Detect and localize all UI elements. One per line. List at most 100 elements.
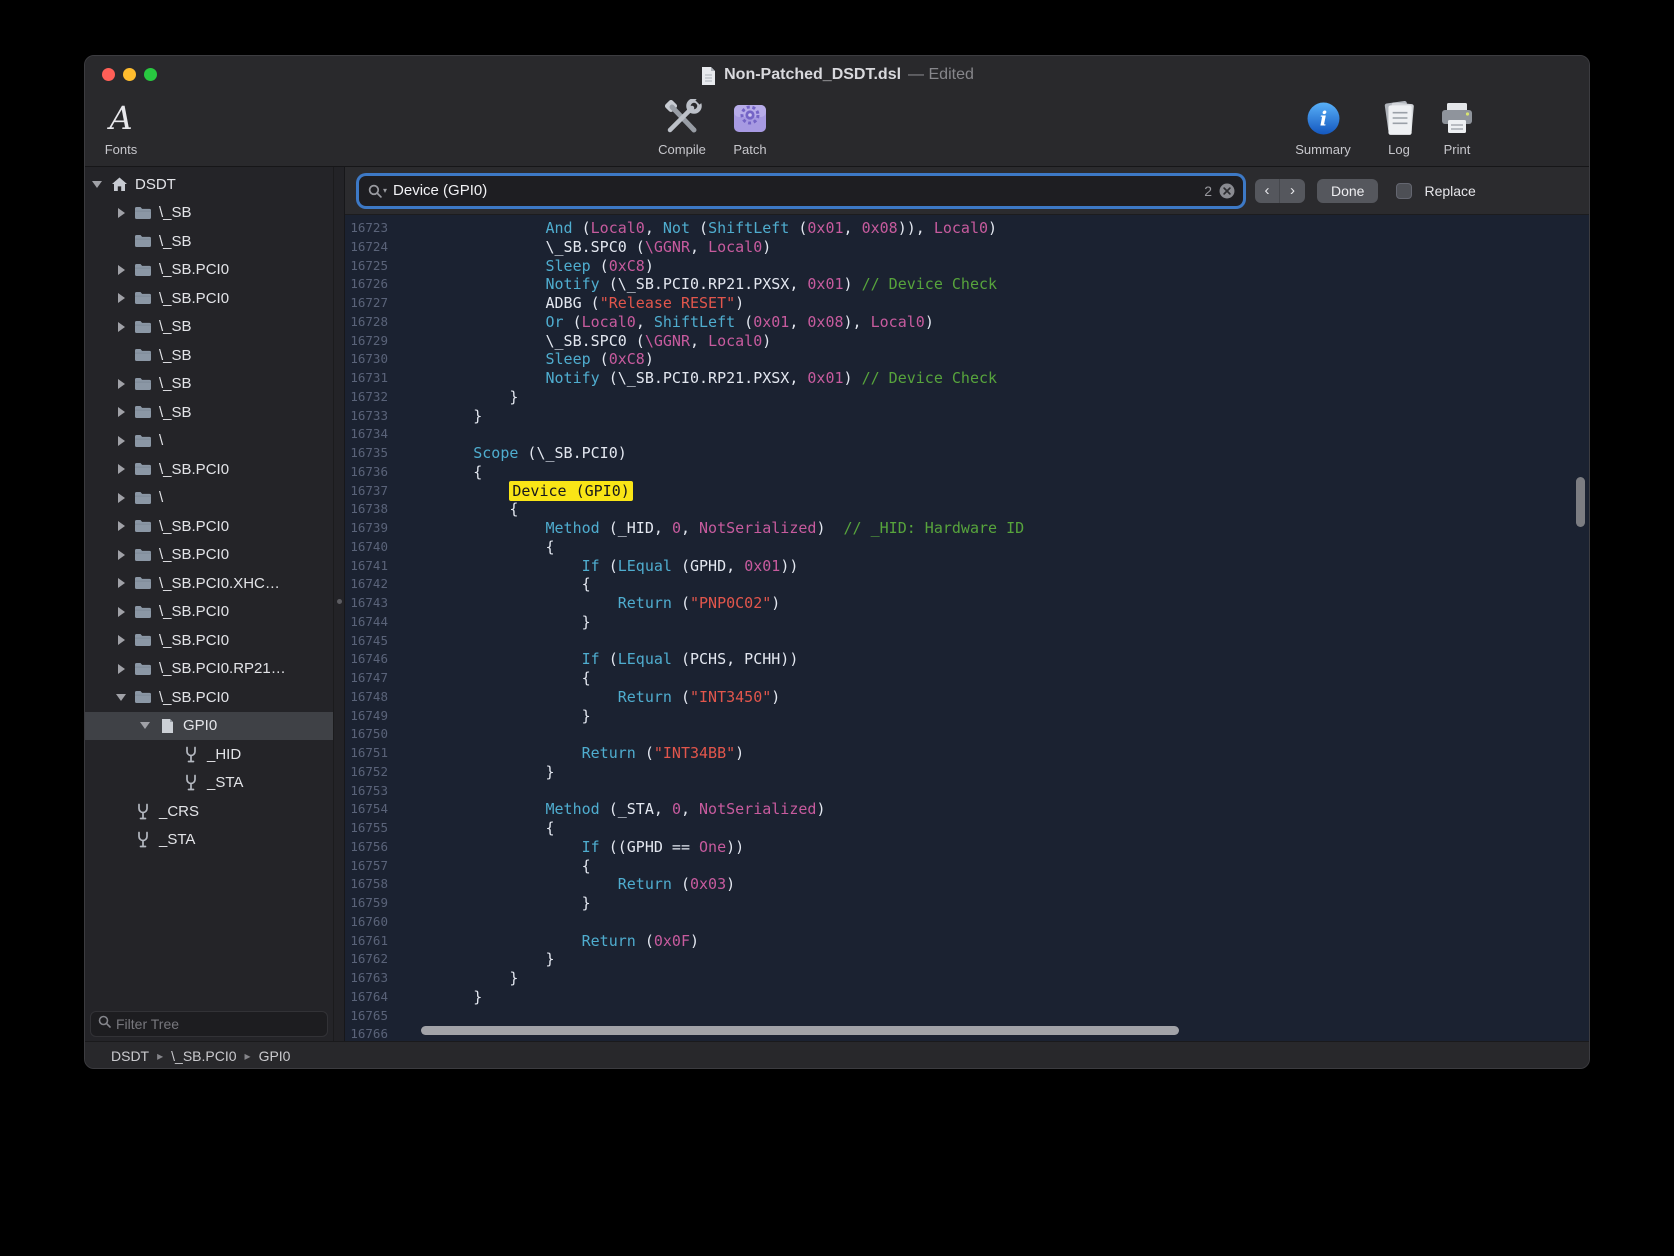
disclosure-right-icon[interactable]	[115, 550, 127, 560]
code-line[interactable]: 16741 If (LEqual (GPHD, 0x01))	[345, 557, 1589, 576]
code-line[interactable]: 16727 ADBG ("Release RESET")	[345, 294, 1589, 313]
tree-item[interactable]: \_SB.PCI0.XHC…	[85, 569, 333, 598]
code-line[interactable]: 16762 }	[345, 950, 1589, 969]
find-next-button[interactable]: ›	[1280, 179, 1305, 203]
code-line[interactable]: 16728 Or (Local0, ShiftLeft (0x01, 0x08)…	[345, 313, 1589, 332]
disclosure-right-icon[interactable]	[115, 322, 127, 332]
tree-item[interactable]: \_SB	[85, 370, 333, 399]
code-line[interactable]: 16751 Return ("INT34BB")	[345, 744, 1589, 763]
code-line[interactable]: 16758 Return (0x03)	[345, 875, 1589, 894]
find-previous-button[interactable]: ‹	[1255, 179, 1280, 203]
code-line[interactable]: 16764 }	[345, 988, 1589, 1007]
code-line[interactable]: 16756 If ((GPHD == One))	[345, 838, 1589, 857]
tree-item[interactable]: _CRS	[85, 797, 333, 826]
tree-item[interactable]: \_SB.PCI0	[85, 541, 333, 570]
code-editor[interactable]: 16723 And (Local0, Not (ShiftLeft (0x01,…	[345, 215, 1589, 1041]
tree-item[interactable]: _STA	[85, 769, 333, 798]
code-line[interactable]: 16749 }	[345, 707, 1589, 726]
disclosure-down-icon[interactable]	[91, 181, 103, 188]
tree-item[interactable]: \_SB.PCI0	[85, 626, 333, 655]
done-button[interactable]: Done	[1317, 179, 1378, 203]
tree-item[interactable]: DSDT	[85, 170, 333, 199]
disclosure-right-icon[interactable]	[115, 635, 127, 645]
disclosure-down-icon[interactable]	[139, 722, 151, 729]
splitter-handle[interactable]	[334, 167, 345, 1041]
code-line[interactable]: 16754 Method (_STA, 0, NotSerialized)	[345, 800, 1589, 819]
tree-item[interactable]: \_SB.PCI0	[85, 683, 333, 712]
code-line[interactable]: 16753	[345, 782, 1589, 801]
code-line[interactable]: 16732 }	[345, 388, 1589, 407]
code-line[interactable]: 16735 Scope (\_SB.PCI0)	[345, 444, 1589, 463]
tree-item[interactable]: \_SB.PCI0	[85, 512, 333, 541]
code-line[interactable]: 16745	[345, 632, 1589, 651]
tree-item[interactable]: \_SB	[85, 227, 333, 256]
breadcrumb-item[interactable]: DSDT	[111, 1048, 149, 1064]
horizontal-scrollbar[interactable]	[421, 1026, 1179, 1035]
code-line[interactable]: 16759 }	[345, 894, 1589, 913]
tree-item[interactable]: \_SB.PCI0	[85, 598, 333, 627]
tree-item[interactable]: GPI0	[85, 712, 333, 741]
code-line[interactable]: 16761 Return (0x0F)	[345, 932, 1589, 951]
tree-item[interactable]: \_SB.PCI0	[85, 284, 333, 313]
find-field[interactable]: ▾ 2	[359, 176, 1243, 206]
search-icon[interactable]	[368, 184, 382, 198]
replace-checkbox[interactable]	[1396, 183, 1412, 199]
code-line[interactable]: 16740 {	[345, 538, 1589, 557]
code-line[interactable]: 16725 Sleep (0xC8)	[345, 257, 1589, 276]
code-line[interactable]: 16736 {	[345, 463, 1589, 482]
tree-item[interactable]: \_SB	[85, 199, 333, 228]
disclosure-right-icon[interactable]	[115, 407, 127, 417]
code-line[interactable]: 16743 Return ("PNP0C02")	[345, 594, 1589, 613]
code-line[interactable]: 16746 If (LEqual (PCHS, PCHH))	[345, 650, 1589, 669]
code-line[interactable]: 16738 {	[345, 500, 1589, 519]
log-button[interactable]: Log	[1367, 96, 1431, 157]
disclosure-right-icon[interactable]	[115, 436, 127, 446]
tree-item[interactable]: \_SB	[85, 313, 333, 342]
code-line[interactable]: 16733 }	[345, 407, 1589, 426]
code-line[interactable]: 16763 }	[345, 969, 1589, 988]
code-line[interactable]: 16757 {	[345, 857, 1589, 876]
tree-item[interactable]: _STA	[85, 826, 333, 855]
disclosure-right-icon[interactable]	[115, 265, 127, 275]
print-button[interactable]: Print	[1425, 96, 1489, 157]
fonts-button[interactable]: A Fonts	[89, 96, 153, 157]
vertical-scrollbar[interactable]	[1576, 477, 1585, 527]
disclosure-right-icon[interactable]	[115, 379, 127, 389]
summary-button[interactable]: i Summary	[1291, 96, 1355, 157]
code-line[interactable]: 16724 \_SB.SPC0 (\GGNR, Local0)	[345, 238, 1589, 257]
code-line[interactable]: 16744 }	[345, 613, 1589, 632]
tree-item[interactable]: \_SB.PCI0	[85, 455, 333, 484]
code-line[interactable]: 16765	[345, 1007, 1589, 1026]
disclosure-right-icon[interactable]	[115, 521, 127, 531]
code-line[interactable]: 16739 Method (_HID, 0, NotSerialized) //…	[345, 519, 1589, 538]
tree-item[interactable]: \_SB	[85, 398, 333, 427]
tree-item[interactable]: \_SB	[85, 341, 333, 370]
disclosure-right-icon[interactable]	[115, 464, 127, 474]
tree-item[interactable]: \	[85, 484, 333, 513]
code-line[interactable]: 16747 {	[345, 669, 1589, 688]
tree-item[interactable]: \_SB.PCI0	[85, 256, 333, 285]
breadcrumb-item[interactable]: \_SB.PCI0	[171, 1048, 236, 1064]
code-line[interactable]: 16730 Sleep (0xC8)	[345, 350, 1589, 369]
code-line[interactable]: 16737 Device (GPI0)	[345, 482, 1589, 501]
code-line[interactable]: 16726 Notify (\_SB.PCI0.RP21.PXSX, 0x01)…	[345, 275, 1589, 294]
disclosure-right-icon[interactable]	[115, 208, 127, 218]
clear-search-icon[interactable]	[1219, 183, 1235, 199]
disclosure-right-icon[interactable]	[115, 293, 127, 303]
filter-tree-input[interactable]	[116, 1016, 320, 1032]
code-line[interactable]: 16755 {	[345, 819, 1589, 838]
disclosure-right-icon[interactable]	[115, 493, 127, 503]
disclosure-right-icon[interactable]	[115, 664, 127, 674]
patch-button[interactable]: Patch	[718, 96, 782, 157]
filter-tree-field[interactable]	[90, 1011, 328, 1037]
code-line[interactable]: 16734	[345, 425, 1589, 444]
disclosure-right-icon[interactable]	[115, 607, 127, 617]
code-line[interactable]: 16731 Notify (\_SB.PCI0.RP21.PXSX, 0x01)…	[345, 369, 1589, 388]
tree-item[interactable]: \	[85, 427, 333, 456]
breadcrumb-item[interactable]: GPI0	[259, 1048, 291, 1064]
code-line[interactable]: 16748 Return ("INT3450")	[345, 688, 1589, 707]
code-line[interactable]: 16760	[345, 913, 1589, 932]
find-input[interactable]	[387, 176, 1204, 206]
code-line[interactable]: 16742 {	[345, 575, 1589, 594]
code-line[interactable]: 16752 }	[345, 763, 1589, 782]
